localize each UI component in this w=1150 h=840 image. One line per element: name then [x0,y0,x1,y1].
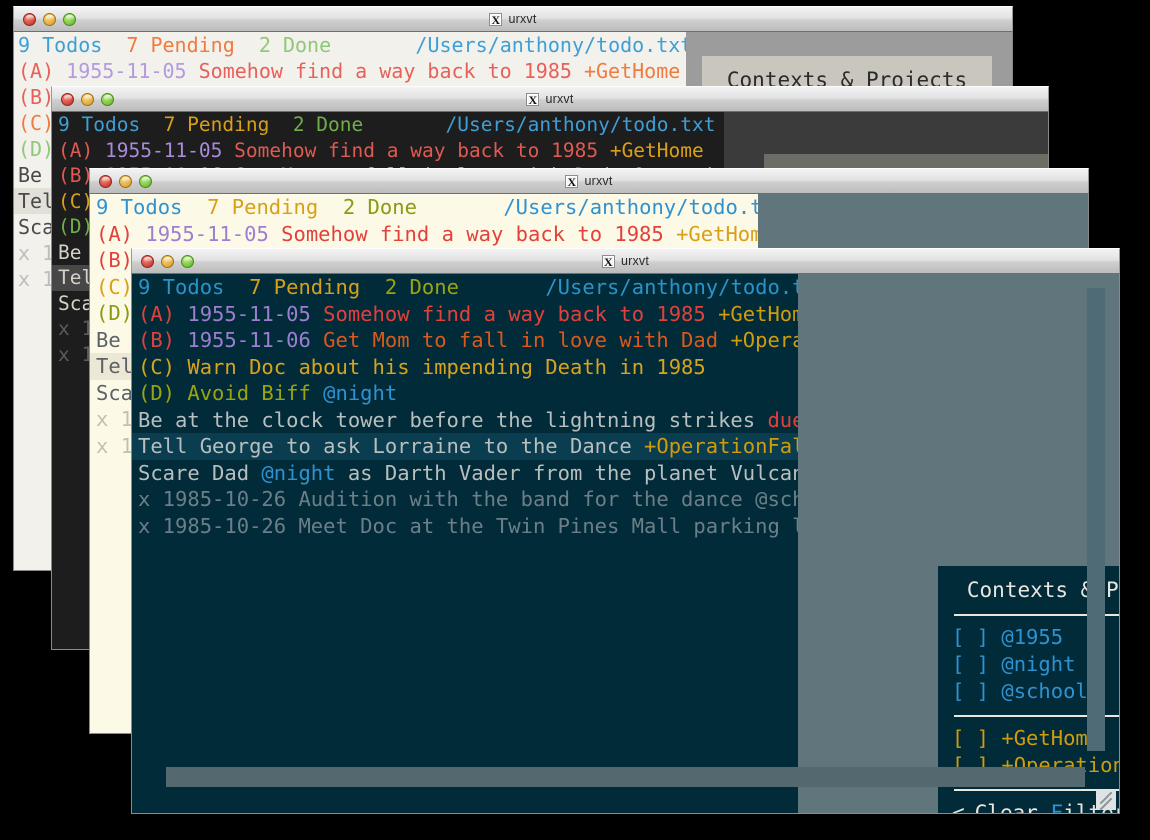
task-row[interactable]: (A) 1955-11-05 Somehow find a way back t… [132,301,798,328]
window-title-3: X urxvt [90,174,1088,188]
x-app-icon: X [601,254,615,268]
task-row-done[interactable]: x 1985-10-26 Meet Doc at the Twin Pines … [132,513,798,540]
status-line: 9 Todos 7 Pending 2 Done /Users/anthony/… [58,113,716,136]
todo-pane-4[interactable]: 9 Todos 7 Pending 2 Done /Users/anthony/… [132,274,798,813]
x-app-icon: X [489,12,503,26]
window-title-label: urxvt [545,92,574,106]
task-row[interactable]: (A) 1955-11-05 Somehow find a way back t… [90,221,758,248]
window-body-4: 9 Todos 7 Pending 2 Done /Users/anthony/… [131,274,1120,814]
window-title-label: urxvt [584,174,613,188]
horizontal-scrollbar[interactable] [166,767,1085,787]
desktop: X urxvt 9 Todos 7 Pending 2 Done /Users/… [0,0,1150,840]
window-title-1: X urxvt [14,12,1012,26]
titlebar-2[interactable]: X urxvt [51,86,1049,112]
window-title-4: X urxvt [132,254,1119,268]
task-row[interactable]: (C) Warn Doc about his impending Death i… [132,354,798,381]
status-line: 9 Todos 7 Pending 2 Done /Users/anthony/… [138,275,798,299]
task-row-selected[interactable]: Tell George to ask Lorraine to the Dance… [132,433,798,460]
task-row[interactable]: (B) 1955-11-06 Get Mom to fall in love w… [132,327,798,354]
window-title-2: X urxvt [52,92,1048,106]
checkbox-icon[interactable]: [ ] [952,726,989,750]
task-row[interactable]: (A) 1955-11-05 Somehow find a way back t… [52,138,724,164]
task-row-done[interactable]: x 1985-10-26 Audition with the band for … [132,486,798,513]
scrollbar-thumb[interactable] [1087,288,1105,751]
context-label: @night [1001,652,1076,676]
resize-grip[interactable] [1096,790,1116,810]
clear-filters-row[interactable]: < Clear Filters > [952,799,1119,813]
task-row[interactable]: (D) Avoid Biff @night [132,380,798,407]
task-row[interactable]: Scare Dad @night as Darth Vader from the… [132,460,798,487]
status-line: 9 Todos 7 Pending 2 Done /Users/anthony/… [96,195,758,219]
context-label: @school [1001,679,1088,703]
terminal-window-4[interactable]: X urxvt 9 Todos 7 Pending 2 Done /Users/… [131,248,1120,814]
titlebar-3[interactable]: X urxvt [89,168,1089,194]
status-line: 9 Todos 7 Pending 2 Done /Users/anthony/… [18,33,686,57]
checkbox-icon[interactable]: [ ] [952,679,989,703]
titlebar-1[interactable]: X urxvt [13,6,1013,32]
task-row[interactable]: Be at the clock tower before the lightni… [132,407,798,434]
titlebar-4[interactable]: X urxvt [131,248,1120,274]
checkbox-icon[interactable]: [ ] [952,625,989,649]
window-title-label: urxvt [508,12,537,26]
context-label: @1955 [1001,625,1064,649]
terminal-text-4: 9 Todos 7 Pending 2 Done /Users/anthony/… [132,274,798,813]
x-app-icon: X [565,174,579,188]
task-row[interactable]: (A) 1955-11-05 Somehow find a way back t… [14,58,686,84]
prev-arrow-icon[interactable]: < [952,799,965,813]
project-label: +GetHome [1001,726,1101,750]
vertical-scrollbar[interactable] [1087,288,1105,751]
x-app-icon: X [526,92,540,106]
checkbox-icon[interactable]: [ ] [952,652,989,676]
window-title-label: urxvt [620,254,650,268]
